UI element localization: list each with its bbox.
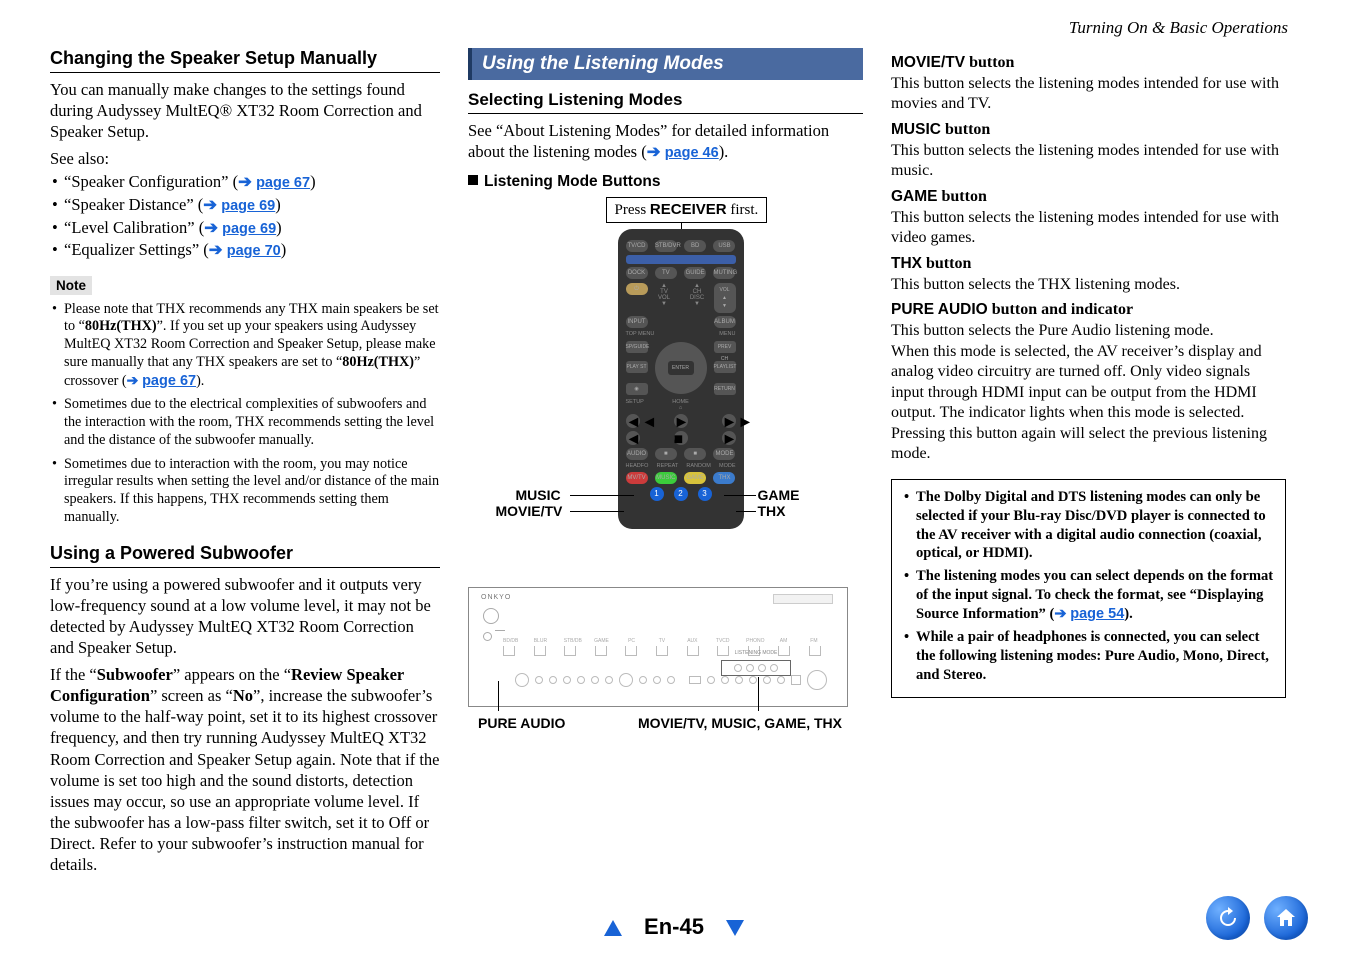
label-movietv: MOVIE/TV — [496, 503, 563, 519]
back-button[interactable] — [1206, 896, 1250, 940]
next-page-button[interactable] — [708, 921, 744, 938]
tip-3: While a pair of headphones is connected,… — [902, 628, 1275, 685]
arrow-icon: ➔ — [204, 218, 222, 237]
link-speaker-distance: “Speaker Distance” (➔ page 69) — [50, 194, 440, 217]
see-also: See also: — [50, 148, 440, 169]
home-icon — [1274, 906, 1298, 930]
leader-line — [758, 677, 759, 711]
para-sub-1: If you’re using a powered subwoofer and … — [50, 574, 440, 658]
arrow-icon: ➔ — [203, 195, 221, 214]
note-1: Please note that THX recommends any THX … — [50, 301, 440, 391]
tip-box: The Dolby Digital and DTS listening mode… — [891, 479, 1286, 699]
arrow-icon: ➔ — [238, 172, 256, 191]
link-page-54[interactable]: page 54 — [1070, 606, 1124, 622]
arrow-icon: ➔ — [127, 373, 142, 389]
link-page-70[interactable]: page 70 — [227, 243, 281, 259]
def-pureaudio-desc: This button selects the Pure Audio liste… — [891, 321, 1286, 464]
link-equalizer-settings: “Equalizer Settings” (➔ page 70) — [50, 239, 440, 262]
link-page-69[interactable]: page 69 — [221, 198, 275, 214]
caption-pure-audio: PURE AUDIO — [478, 715, 565, 731]
caption-modes: MOVIE/TV, MUSIC, GAME, THX — [638, 715, 842, 731]
note-list: Please note that THX recommends any THX … — [50, 301, 440, 527]
receiver-button-icon — [626, 255, 736, 264]
link-page-67b[interactable]: page 67 — [142, 373, 196, 389]
arrow-icon: ➔ — [1054, 606, 1070, 622]
column-left: Changing the Speaker Setup Manually You … — [50, 48, 440, 881]
link-level-calibration: “Level Calibration” (➔ page 69) — [50, 217, 440, 240]
link-page-46[interactable]: page 46 — [665, 145, 719, 161]
link-page-67[interactable]: page 67 — [256, 175, 310, 191]
label-thx: THX — [758, 503, 786, 519]
def-music-desc: This button selects the listening modes … — [891, 141, 1286, 182]
back-arrow-icon — [1216, 906, 1240, 930]
def-thx: THX button — [891, 255, 1286, 273]
para-sub-2: If the “Subwoofer” appears on the “Revie… — [50, 664, 440, 875]
heading-selecting-modes: Selecting Listening Modes — [468, 90, 863, 114]
leader-line — [498, 681, 499, 711]
arrow-icon: ➔ — [209, 240, 227, 259]
triangle-down-icon — [726, 920, 744, 936]
button-definitions: MOVIE/TV button This button selects the … — [891, 54, 1286, 465]
def-game-desc: This button selects the listening modes … — [891, 208, 1286, 249]
leader-line — [570, 495, 634, 496]
para-change-settings: You can manually make changes to the set… — [50, 79, 440, 142]
heading-mode-buttons: Listening Mode Buttons — [468, 173, 863, 191]
leader-line — [570, 511, 624, 512]
def-thx-desc: This button selects the THX listening mo… — [891, 275, 1286, 295]
link-speaker-config: “Speaker Configuration” (➔ page 67) — [50, 171, 440, 194]
remote-diagram: Press RECEIVER first. TV/CDSTB/DVRBDUSB … — [496, 197, 836, 547]
tip-2: The listening modes you can select depen… — [902, 567, 1275, 624]
def-music: MUSIC button — [891, 121, 1286, 139]
label-music: MUSIC — [516, 487, 561, 503]
column-middle: Using the Listening Modes Selecting List… — [468, 48, 863, 881]
press-receiver-callout: Press RECEIVER first. — [606, 197, 768, 223]
prev-page-button[interactable] — [604, 921, 640, 938]
def-pureaudio: PURE AUDIO button and indicator — [891, 301, 1286, 319]
note-2: Sometimes due to the electrical complexi… — [50, 396, 440, 449]
nav-icons — [1206, 896, 1308, 940]
remote-control-icon: TV/CDSTB/DVRBDUSB DOCKTVGUIDEMUTING ⏻ ▲T… — [618, 229, 744, 529]
heading-changing-speaker: Changing the Speaker Setup Manually — [50, 48, 440, 73]
brand-label: ONKYO — [481, 594, 511, 601]
triangle-up-icon — [604, 920, 622, 936]
page-footer: En-45 — [0, 914, 1348, 940]
label-game: GAME — [758, 487, 800, 503]
square-icon — [468, 175, 478, 185]
page-number: En-45 — [644, 914, 704, 939]
def-movietv-desc: This button selects the listening modes … — [891, 74, 1286, 115]
def-movietv: MOVIE/TV button — [891, 54, 1286, 72]
arrow-icon: ➔ — [647, 142, 665, 161]
leader-line — [736, 511, 756, 512]
tip-1: The Dolby Digital and DTS listening mode… — [902, 488, 1275, 564]
para-about-modes: See “About Listening Modes” for detailed… — [468, 120, 863, 163]
note-badge: Note — [50, 276, 92, 295]
receiver-front-icon: ONKYO BD/DBBLURSTB/DBGAMEPCTVAUXTVCDPHON… — [468, 587, 848, 707]
breadcrumb: Turning On & Basic Operations — [1069, 18, 1288, 38]
link-page-69b[interactable]: page 69 — [222, 221, 276, 237]
column-right: MOVIE/TV button This button selects the … — [891, 48, 1286, 881]
home-button[interactable] — [1264, 896, 1308, 940]
note-3: Sometimes due to interaction with the ro… — [50, 456, 440, 527]
leader-line — [724, 495, 756, 496]
def-game: GAME button — [891, 188, 1286, 206]
heading-powered-sub: Using a Powered Subwoofer — [50, 543, 440, 568]
heading-using-listening-modes: Using the Listening Modes — [468, 48, 863, 80]
receiver-diagram: ONKYO BD/DBBLURSTB/DBGAMEPCTVAUXTVCDPHON… — [468, 587, 848, 742]
see-also-list: “Speaker Configuration” (➔ page 67) “Spe… — [50, 171, 440, 261]
